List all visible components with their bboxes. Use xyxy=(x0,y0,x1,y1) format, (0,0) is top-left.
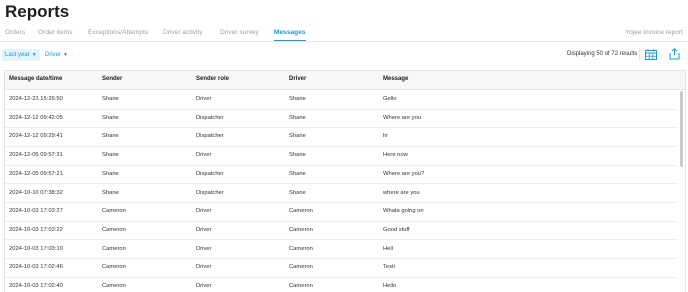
cell-message-date: 2024-10-03 17:03:10 xyxy=(9,245,63,252)
column-header-message-date[interactable]: Message date/time xyxy=(9,76,62,82)
chevron-down-icon: ▼ xyxy=(63,52,68,58)
cell-driver: Shane xyxy=(289,96,306,102)
table-scrollbar[interactable] xyxy=(680,91,683,167)
cell-message: Hell xyxy=(383,245,393,252)
tab-messages[interactable]: Messages xyxy=(274,29,306,41)
cell-message-date: 2024-10-03 17:03:22 xyxy=(9,226,63,233)
cell-driver: Cameron xyxy=(289,208,313,215)
cell-message: Gello xyxy=(383,96,397,102)
cell-message: hi xyxy=(383,133,388,140)
cell-message-date: 2024-10-03 17:03:27 xyxy=(9,208,63,215)
cell-sender: Shane xyxy=(102,114,119,121)
calendar-grid-icon[interactable] xyxy=(644,47,658,61)
cell-message: Good stuff xyxy=(383,226,410,233)
cell-message: Where are you? xyxy=(383,170,425,177)
cell-sender-role: Driver xyxy=(196,283,212,289)
table-row[interactable]: 2024-10-03 17:02:46 Cameron Driver Cameron T… xyxy=(5,258,677,278)
cell-message: Hello xyxy=(383,283,397,289)
table-row[interactable]: 2024-12-05 09:57:31 Shane Driver Shane Here … xyxy=(5,146,677,166)
cell-driver: Cameron xyxy=(289,245,313,252)
cell-sender: Shane xyxy=(102,96,119,102)
column-header-driver[interactable]: Driver xyxy=(289,76,306,82)
table-row[interactable]: 2024-10-03 17:03:10 Cameron Driver Cameron H… xyxy=(5,240,677,260)
table-header: Message date/time Sender Sender role Dri… xyxy=(5,71,685,90)
cell-message: Whata going on xyxy=(383,208,424,215)
cell-sender-role: Driver xyxy=(196,245,212,252)
cell-message-date: 2024-10-10 07:38:32 xyxy=(9,189,63,196)
table-row[interactable]: 2024-10-03 17:02:40 Cameron Driver Cameron H… xyxy=(5,277,677,292)
period-filter-label: Last year xyxy=(5,52,30,58)
cell-sender-role: Dispatcher xyxy=(196,170,224,177)
cell-message: Where are you xyxy=(383,114,422,121)
cell-message-date: 2024-12-12 09:42:05 xyxy=(9,114,63,121)
cell-driver: Shane xyxy=(289,170,306,177)
cell-sender-role: Dispatcher xyxy=(196,114,224,121)
messages-table: Message date/time Sender Sender role Dri… xyxy=(4,70,686,292)
table-row[interactable]: 2024-12-23 15:26:50 Shane Driver Shane Gello xyxy=(5,90,677,110)
cell-message: Here now xyxy=(383,152,408,159)
cell-message-date: 2024-12-05 09:57:31 xyxy=(9,152,63,159)
cell-driver: Shane xyxy=(289,152,306,159)
column-header-message[interactable]: Message xyxy=(383,76,408,82)
table-row[interactable]: 2024-12-05 09:57:21 Shane Dispatcher Shane W… xyxy=(5,165,677,185)
cell-driver: Cameron xyxy=(289,226,313,233)
column-header-sender-role[interactable]: Sender role xyxy=(196,76,229,82)
results-count: Displaying 50 of 72 results xyxy=(567,51,638,57)
table-row[interactable]: 2024-12-12 09:29:41 Shane Dispatcher Shane h… xyxy=(5,127,677,147)
toolbar-divider xyxy=(639,48,640,61)
tab-yojee-invoice-report[interactable]: Yojee invoice report xyxy=(625,29,683,36)
cell-sender-role: Driver xyxy=(196,96,212,102)
cell-sender-role: Driver xyxy=(196,264,212,271)
tab-exceptions-attempts[interactable]: Exceptions/Attempts xyxy=(88,29,148,36)
column-header-sender[interactable]: Sender xyxy=(102,76,122,82)
period-filter-dropdown[interactable]: Last year ▼ xyxy=(2,49,40,61)
tab-driver-survey[interactable]: Driver survey xyxy=(220,29,259,36)
cell-sender-role: Dispatcher xyxy=(196,133,224,140)
cell-sender-role: Driver xyxy=(196,226,212,233)
cell-sender: Cameron xyxy=(102,226,126,233)
driver-filter-dropdown[interactable]: Driver ▼ xyxy=(42,49,71,61)
chevron-down-icon: ▼ xyxy=(31,52,37,58)
cell-sender: Cameron xyxy=(102,264,126,271)
cell-message: where are you xyxy=(383,189,420,196)
table-row[interactable]: 2024-10-03 17:03:22 Cameron Driver Cameron G… xyxy=(5,221,677,241)
table-row[interactable]: 2024-10-10 07:38:32 Shane Dispatcher Shane w… xyxy=(5,184,677,204)
cell-message-date: 2024-12-05 09:57:21 xyxy=(9,170,63,177)
cell-sender-role: Driver xyxy=(196,208,212,215)
cell-driver: Cameron xyxy=(289,283,313,289)
share-export-icon[interactable] xyxy=(667,47,681,61)
cell-sender: Shane xyxy=(102,133,119,140)
cell-sender: Cameron xyxy=(102,245,126,252)
table-row[interactable]: 2024-10-03 17:03:27 Cameron Driver Cameron W… xyxy=(5,202,677,222)
cell-message-date: 2024-10-03 17:02:40 xyxy=(9,283,63,289)
report-tabs: Orders Order items Exceptions/Attempts D… xyxy=(0,27,688,42)
page-title: Reports xyxy=(5,2,70,21)
cell-sender: Shane xyxy=(102,152,119,159)
cell-message-date: 2024-12-12 09:29:41 xyxy=(9,133,63,140)
table-row[interactable]: 2024-12-12 09:42:05 Shane Dispatcher Shane W… xyxy=(5,109,677,129)
cell-driver: Cameron xyxy=(289,264,313,271)
cell-sender: Cameron xyxy=(102,208,126,215)
cell-message: Testi xyxy=(383,264,395,271)
cell-sender: Cameron xyxy=(102,283,126,289)
cell-message-date: 2024-10-03 17:02:46 xyxy=(9,264,63,271)
cell-sender: Shane xyxy=(102,170,119,177)
driver-filter-label: Driver xyxy=(45,52,61,58)
cell-driver: Shane xyxy=(289,114,306,121)
tab-orders[interactable]: Orders xyxy=(5,29,25,36)
cell-message-date: 2024-12-23 15:26:50 xyxy=(9,96,63,102)
cell-sender-role: Driver xyxy=(196,152,212,159)
tab-order-items[interactable]: Order items xyxy=(38,29,72,36)
cell-sender-role: Dispatcher xyxy=(196,189,224,196)
cell-sender: Shane xyxy=(102,189,119,196)
cell-driver: Shane xyxy=(289,189,306,196)
cell-driver: Shane xyxy=(289,133,306,140)
tab-driver-activity[interactable]: Driver activity xyxy=(163,29,203,36)
